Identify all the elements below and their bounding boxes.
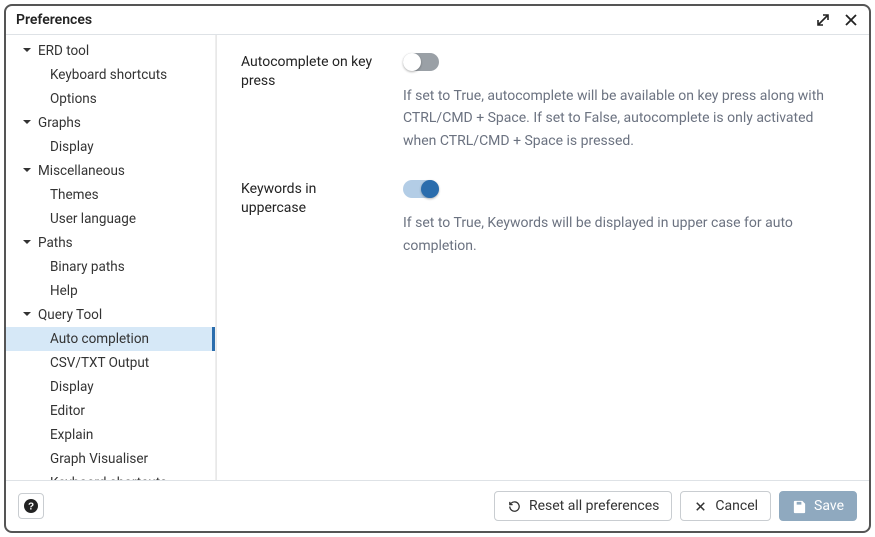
- tree-group-label: Graphs: [38, 115, 81, 131]
- svg-text:?: ?: [28, 502, 34, 513]
- dialog-title: Preferences: [16, 12, 92, 28]
- save-button[interactable]: Save: [779, 491, 857, 521]
- tree-item[interactable]: Auto completion: [6, 327, 215, 351]
- tree-item[interactable]: Keyboard shortcuts: [6, 471, 215, 480]
- content-pane: Autocomplete on key press If set to True…: [216, 35, 869, 480]
- pref-desc: If set to True, Keywords will be display…: [403, 212, 845, 257]
- tree-item[interactable]: Options: [6, 87, 215, 111]
- dialog-footer: ? Reset all preferences Cancel: [6, 480, 869, 531]
- reset-label: Reset all preferences: [529, 498, 659, 514]
- chevron-down-icon: [22, 235, 32, 251]
- tree-group-header[interactable]: Graphs: [6, 111, 215, 135]
- chevron-down-icon: [22, 307, 32, 323]
- pref-label: Autocomplete on key press: [241, 53, 381, 91]
- maximize-icon[interactable]: [815, 12, 831, 28]
- tree-group-header[interactable]: Paths: [6, 231, 215, 255]
- tree-item[interactable]: CSV/TXT Output: [6, 351, 215, 375]
- preferences-dialog: Preferences ERD toolKeyboard shortcutsOp…: [4, 4, 871, 533]
- tree-item[interactable]: Themes: [6, 183, 215, 207]
- reset-button[interactable]: Reset all preferences: [494, 491, 672, 521]
- tree-group-label: Paths: [38, 235, 73, 251]
- tree-item[interactable]: Graph Visualiser: [6, 447, 215, 471]
- tree-item[interactable]: Display: [6, 135, 215, 159]
- pref-label: Keywords in uppercase: [241, 180, 381, 218]
- close-icon[interactable]: [843, 12, 859, 28]
- tree-group-header[interactable]: ERD tool: [6, 39, 215, 63]
- chevron-down-icon: [22, 43, 32, 59]
- tree-item[interactable]: Display: [6, 375, 215, 399]
- tree-item[interactable]: Keyboard shortcuts: [6, 63, 215, 87]
- tree-group-label: ERD tool: [38, 43, 89, 59]
- titlebar-actions: [815, 12, 859, 28]
- tree-item[interactable]: User language: [6, 207, 215, 231]
- title-bar: Preferences: [6, 6, 869, 35]
- chevron-down-icon: [22, 115, 32, 131]
- save-label: Save: [814, 498, 844, 514]
- tree-group-header[interactable]: Query Tool: [6, 303, 215, 327]
- cancel-button[interactable]: Cancel: [680, 491, 771, 521]
- sidebar[interactable]: ERD toolKeyboard shortcutsOptionsGraphsD…: [6, 35, 216, 480]
- autocomplete-toggle[interactable]: [403, 53, 439, 71]
- pref-desc: If set to True, autocomplete will be ava…: [403, 85, 845, 152]
- pref-row-uppercase: Keywords in uppercase If set to True, Ke…: [241, 180, 845, 257]
- dialog-body: ERD toolKeyboard shortcutsOptionsGraphsD…: [6, 35, 869, 480]
- help-button[interactable]: ?: [18, 493, 44, 519]
- tree-item[interactable]: Binary paths: [6, 255, 215, 279]
- tree-item[interactable]: Help: [6, 279, 215, 303]
- tree-group-header[interactable]: Miscellaneous: [6, 159, 215, 183]
- tree-group-label: Query Tool: [38, 307, 102, 323]
- tree-item[interactable]: Editor: [6, 399, 215, 423]
- tree-item[interactable]: Explain: [6, 423, 215, 447]
- tree-group-label: Miscellaneous: [38, 163, 125, 179]
- uppercase-toggle[interactable]: [403, 180, 439, 198]
- chevron-down-icon: [22, 163, 32, 179]
- cancel-label: Cancel: [715, 498, 758, 514]
- pref-row-autocomplete: Autocomplete on key press If set to True…: [241, 53, 845, 152]
